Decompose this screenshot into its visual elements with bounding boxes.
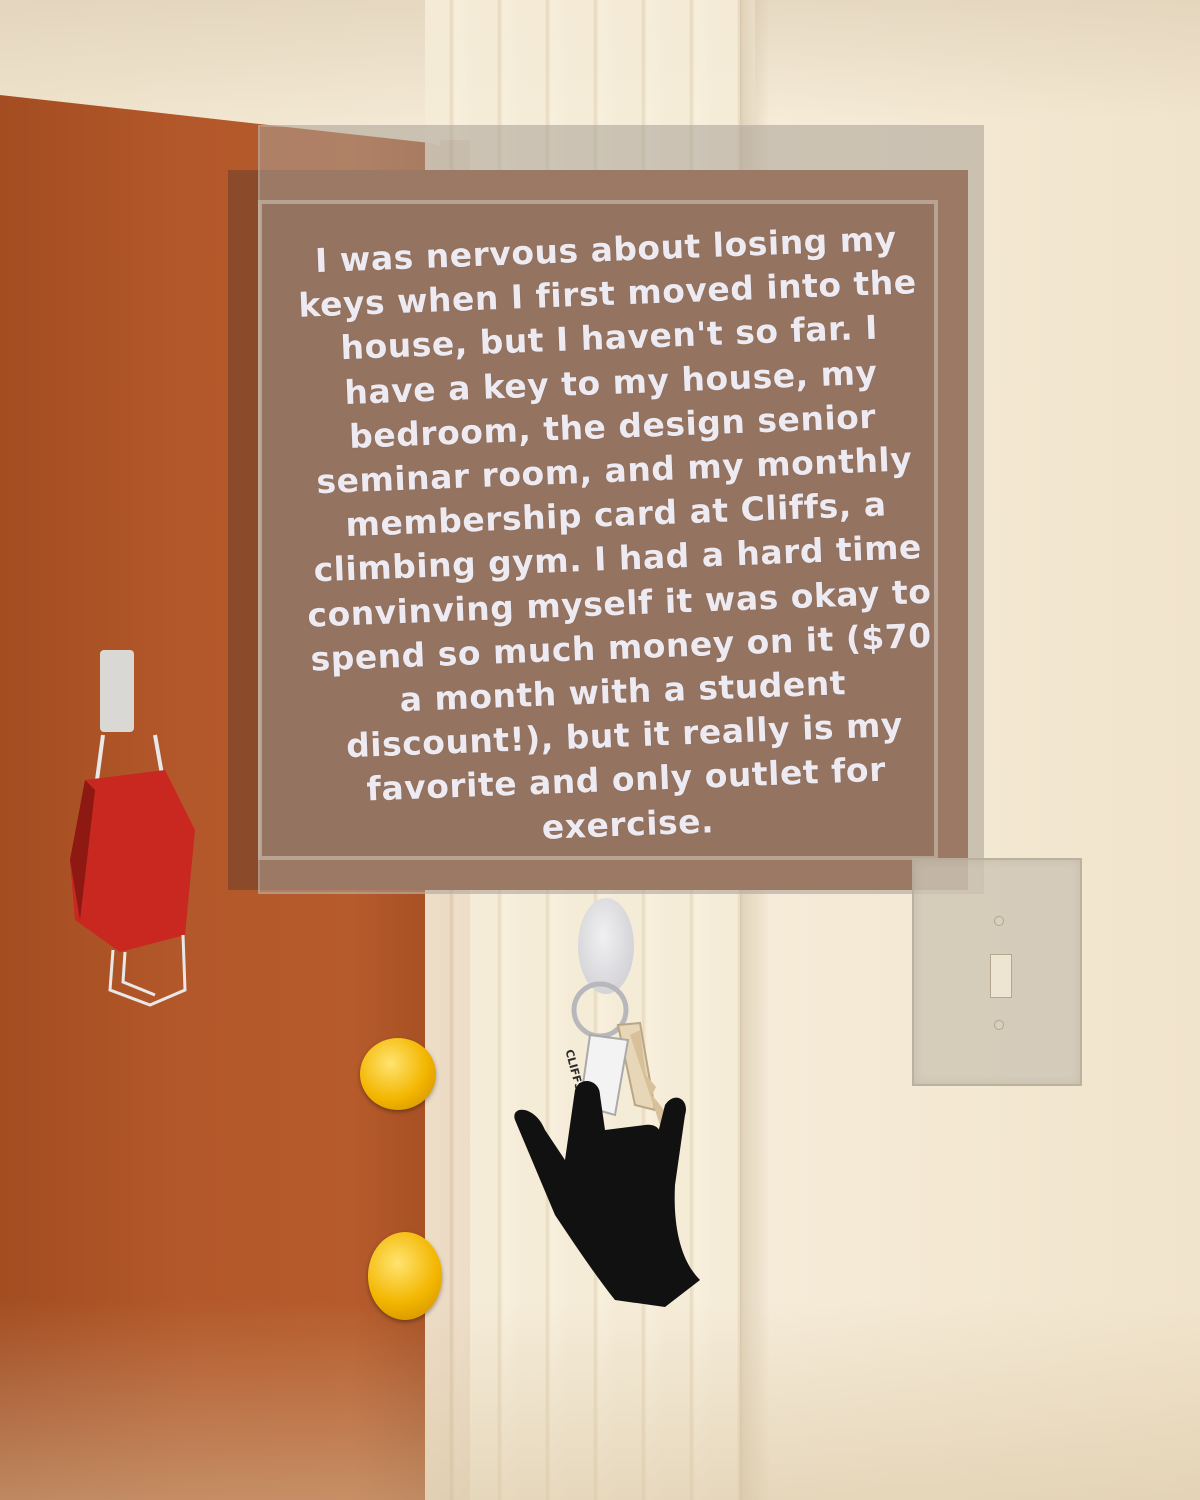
vr-scene: I was nervous about losing my keys when … (0, 0, 1200, 1500)
switch-toggle[interactable] (990, 954, 1012, 998)
switch-screw-top (994, 916, 1004, 926)
memory-plaque-text: I was nervous about losing my keys when … (297, 218, 933, 847)
face-mask-icon[interactable] (65, 720, 205, 1010)
hand-glove-icon (514, 1080, 700, 1307)
light-switch-icon[interactable] (912, 858, 1082, 1086)
door-deadbolt[interactable] (360, 1038, 436, 1110)
door-knob[interactable] (368, 1232, 442, 1320)
floor-shade (0, 1300, 1200, 1500)
switch-screw-bottom (994, 1020, 1004, 1030)
